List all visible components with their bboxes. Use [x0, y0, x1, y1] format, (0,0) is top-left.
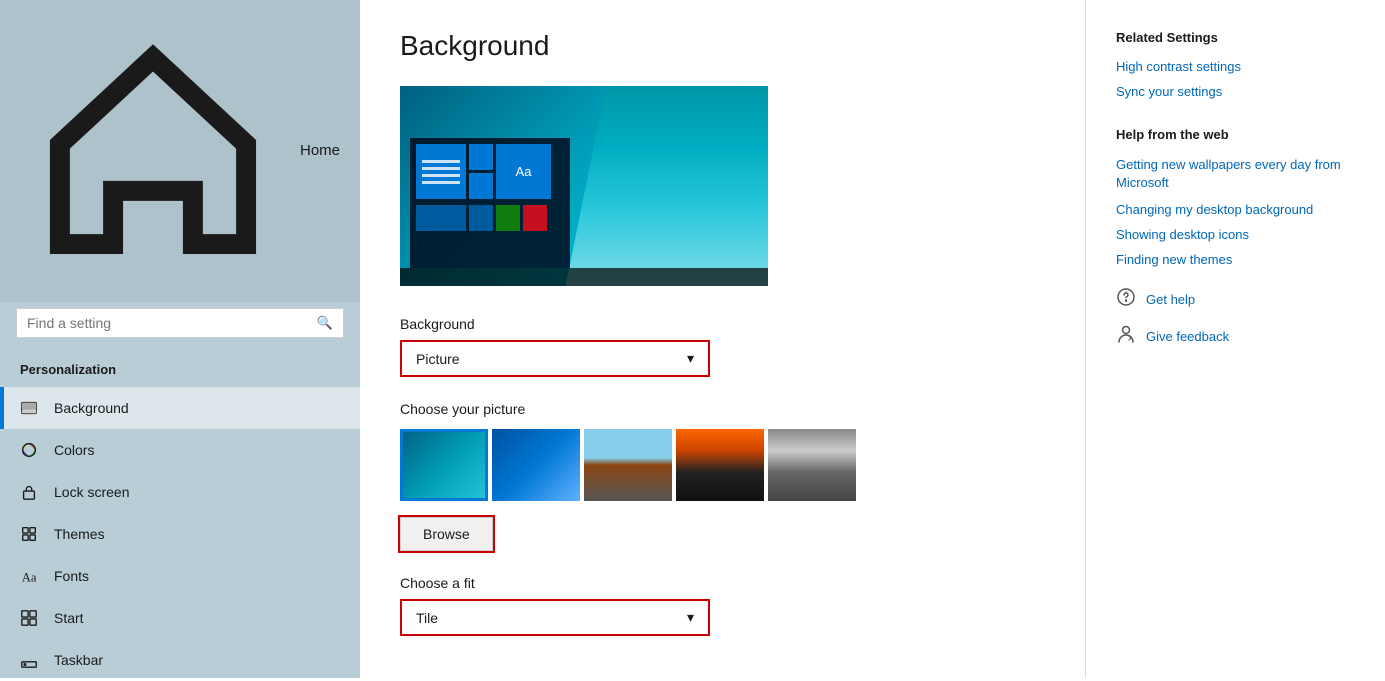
help-from-web-title: Help from the web — [1116, 127, 1355, 142]
fonts-icon: Aa — [20, 567, 38, 585]
right-panel: Related Settings High contrast settings … — [1085, 0, 1385, 678]
picture-thumb-5[interactable] — [768, 429, 856, 501]
get-help-icon — [1116, 287, 1136, 312]
fit-dropdown[interactable]: Tile ▾ — [400, 599, 710, 636]
preview-tile-sm-blue — [469, 205, 493, 231]
give-feedback-link[interactable]: Give feedback — [1146, 329, 1229, 344]
sidebar-item-label-lock-screen: Lock screen — [54, 484, 129, 500]
sidebar-section-title: Personalization — [0, 354, 360, 387]
preview-tile-small-2 — [469, 173, 493, 199]
preview-tile-aa: Aa — [496, 144, 551, 199]
sidebar-item-label-background: Background — [54, 400, 129, 416]
background-dropdown[interactable]: Picture ▾ — [400, 340, 710, 377]
sidebar-item-lock-screen[interactable]: Lock screen — [0, 471, 360, 513]
new-wallpapers-link[interactable]: Getting new wallpapers every day from Mi… — [1116, 156, 1355, 192]
sidebar-item-start[interactable]: Start — [0, 597, 360, 639]
preview-tile-small-1 — [469, 144, 493, 170]
sync-settings-link[interactable]: Sync your settings — [1116, 84, 1355, 99]
picture-grid — [400, 429, 1045, 501]
preview-start-menu: Aa — [410, 138, 570, 268]
high-contrast-link[interactable]: High contrast settings — [1116, 59, 1355, 74]
fit-dropdown-arrow: ▾ — [687, 609, 694, 626]
search-box: 🔍 — [16, 308, 344, 338]
sidebar-item-colors[interactable]: Colors — [0, 429, 360, 471]
sidebar-item-label-taskbar: Taskbar — [54, 652, 103, 668]
background-dropdown-value: Picture — [416, 351, 460, 367]
wallpaper-preview: Aa — [400, 86, 768, 286]
lock-icon — [20, 483, 38, 501]
get-help-item[interactable]: Get help — [1116, 287, 1355, 312]
preview-taskbar — [400, 268, 768, 286]
desktop-icons-link[interactable]: Showing desktop icons — [1116, 227, 1355, 242]
main-content: Background Aa — [360, 0, 1085, 678]
choose-fit-label: Choose a fit — [400, 575, 1045, 591]
start-icon — [20, 609, 38, 627]
background-section-label: Background — [400, 316, 1045, 332]
svg-text:Aa: Aa — [22, 570, 37, 584]
page-title: Background — [400, 30, 1045, 62]
preview-tile-wide — [416, 205, 466, 231]
preview-tile-bars — [416, 144, 466, 199]
background-dropdown-arrow: ▾ — [687, 350, 694, 367]
browse-button[interactable]: Browse — [400, 517, 493, 551]
choose-picture-label: Choose your picture — [400, 401, 1045, 417]
sidebar-item-label-colors: Colors — [54, 442, 94, 458]
give-feedback-item[interactable]: Give feedback — [1116, 324, 1355, 349]
background-icon — [20, 399, 38, 417]
sidebar-item-themes[interactable]: Themes — [0, 513, 360, 555]
change-bg-link[interactable]: Changing my desktop background — [1116, 202, 1355, 217]
related-settings-title: Related Settings — [1116, 30, 1355, 45]
sidebar-item-label-fonts: Fonts — [54, 568, 89, 584]
sidebar-item-taskbar[interactable]: Taskbar — [0, 639, 360, 681]
picture-thumb-3[interactable] — [584, 429, 672, 501]
sidebar-home-button[interactable]: Home — [0, 0, 360, 302]
sidebar-item-background[interactable]: Background — [0, 387, 360, 429]
sidebar-item-label-start: Start — [54, 610, 84, 626]
give-feedback-icon — [1116, 324, 1136, 349]
search-input[interactable] — [27, 315, 309, 331]
new-themes-link[interactable]: Finding new themes — [1116, 252, 1355, 267]
themes-icon — [20, 525, 38, 543]
picture-thumb-2[interactable] — [492, 429, 580, 501]
picture-thumb-1[interactable] — [400, 429, 488, 501]
fit-dropdown-value: Tile — [416, 610, 438, 626]
get-help-link[interactable]: Get help — [1146, 292, 1195, 307]
sidebar-item-label-themes: Themes — [54, 526, 105, 542]
home-icon — [20, 18, 286, 284]
sidebar: Home 🔍 Personalization Background Colors — [0, 0, 360, 678]
bottom-actions: Get help Give feedback — [1116, 287, 1355, 349]
taskbar-icon — [20, 651, 38, 669]
colors-icon — [20, 441, 38, 459]
sidebar-home-label: Home — [300, 142, 340, 159]
preview-tile-sm-green — [496, 205, 520, 231]
preview-tile-sm-red — [523, 205, 547, 231]
sidebar-item-fonts[interactable]: Aa Fonts — [0, 555, 360, 597]
picture-thumb-4[interactable] — [676, 429, 764, 501]
search-icon: 🔍 — [317, 315, 333, 331]
